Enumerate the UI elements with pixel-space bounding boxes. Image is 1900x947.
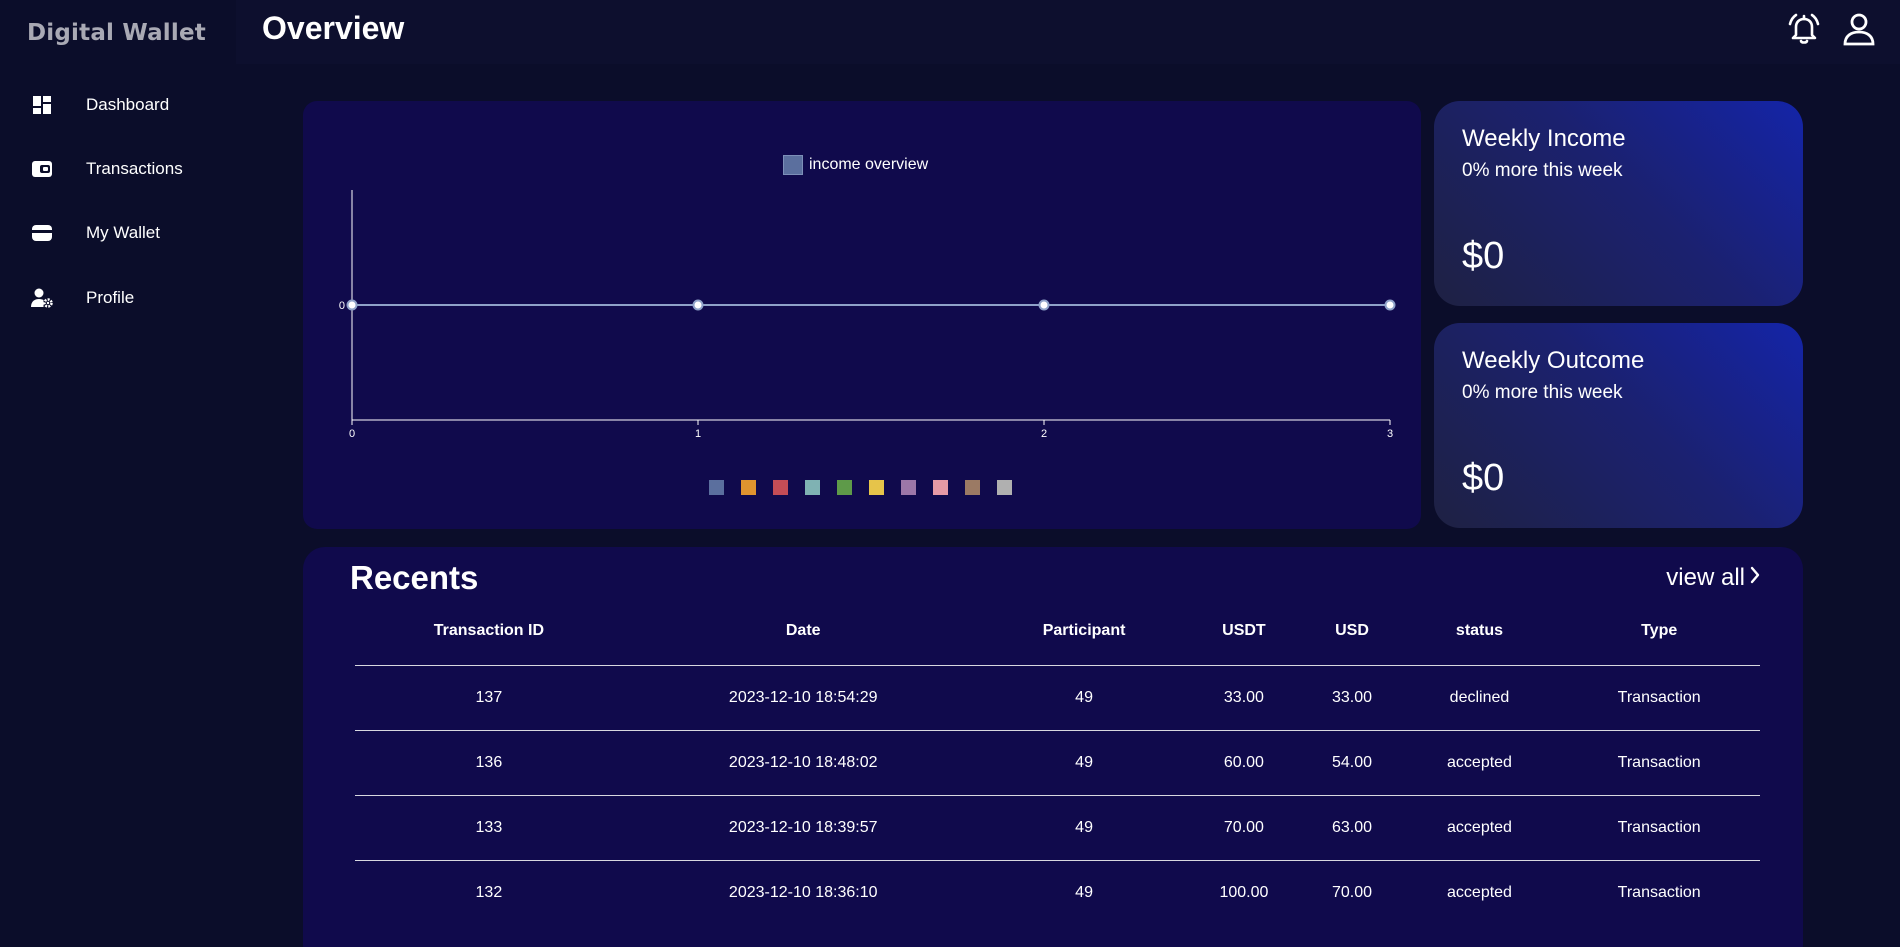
cell-usd: 70.00 <box>1331 883 1373 901</box>
cell-type: Transaction <box>1617 883 1701 901</box>
sidebar-item-transactions[interactable]: Transactions <box>0 147 236 191</box>
palette-swatch <box>933 480 948 495</box>
palette-swatch <box>837 480 852 495</box>
column-header[interactable]: Transaction ID <box>355 597 623 666</box>
cell-type: Transaction <box>1558 665 1760 731</box>
palette-swatch <box>965 480 980 495</box>
cell-usd: 33.00 <box>1303 665 1401 731</box>
table-row[interactable]: 132 2023-12-10 18:36:10 49 100.00 70.00 … <box>355 860 1760 925</box>
data-point <box>346 299 358 311</box>
cell-transaction-id: 132 <box>475 883 503 901</box>
palette-swatch <box>805 480 820 495</box>
weekly-outcome-card: Weekly Outcome 0% more this week $0 <box>1434 323 1803 528</box>
income-chart-card: income overview 01230 <box>303 101 1421 529</box>
view-all-link[interactable]: view all <box>1666 564 1761 592</box>
top-header: Overview <box>236 0 1900 64</box>
view-all-label: view all <box>1666 564 1745 591</box>
cell-transaction-id: 137 <box>355 665 623 731</box>
column-header[interactable]: USDT <box>1184 597 1304 666</box>
cell-participant: 49 <box>983 665 1185 731</box>
cell-status: accepted <box>1400 730 1559 796</box>
sidebar-item-dashboard[interactable]: Dashboard <box>0 83 236 127</box>
weekly-income-card: Weekly Income 0% more this week $0 <box>1434 101 1803 306</box>
cell-participant: 49 <box>983 795 1185 861</box>
cell-usdt: 33.00 <box>1184 665 1304 731</box>
stat-subtitle: 0% more this week <box>1462 160 1623 181</box>
cell-date: 2023-12-10 18:36:10 <box>728 883 878 901</box>
column-header[interactable]: Participant <box>983 597 1185 666</box>
cell-status: declined <box>1400 665 1559 731</box>
cell-usdt: 100.00 <box>1219 883 1269 901</box>
stat-value: $0 <box>1462 457 1505 499</box>
column-header[interactable]: Type <box>1558 597 1760 666</box>
sidebar-item-my-wallet[interactable]: My Wallet <box>0 211 236 255</box>
sidebar-item-profile[interactable]: Profile <box>0 276 236 320</box>
cell-date: 2023-12-10 18:39:57 <box>622 795 984 861</box>
cell-type: Transaction <box>1558 730 1760 796</box>
cell-usdt: 60.00 <box>1184 730 1304 796</box>
sidebar: Digital Wallet Dashboard Transactions My… <box>0 0 236 947</box>
cell-usdt: 70.00 <box>1184 795 1304 861</box>
chevron-right-icon <box>1749 564 1761 592</box>
column-header[interactable]: Date <box>622 597 984 666</box>
stat-subtitle: 0% more this week <box>1462 382 1623 403</box>
cell-transaction-id: 136 <box>355 730 623 796</box>
cell-date: 2023-12-10 18:54:29 <box>622 665 984 731</box>
stat-title: Weekly Income <box>1462 125 1626 152</box>
x-tick-label: 0 <box>349 428 355 440</box>
brand-logo[interactable]: Digital Wallet <box>27 20 206 46</box>
palette-swatch <box>709 480 724 495</box>
x-tick-label: 1 <box>695 428 701 440</box>
stat-title: Weekly Outcome <box>1462 347 1645 374</box>
cell-status: accepted <box>1447 883 1512 901</box>
table-header-row: Transaction ID Date Participant USDT USD… <box>355 597 1760 666</box>
cell-usd: 63.00 <box>1303 795 1401 861</box>
data-point <box>1038 299 1050 311</box>
recents-title: Recents <box>350 559 479 596</box>
user-icon <box>1841 11 1877 52</box>
dashboard-icon <box>30 93 54 117</box>
notifications-button[interactable] <box>1785 12 1823 50</box>
x-tick-label: 3 <box>1387 428 1393 440</box>
palette-swatch <box>997 480 1012 495</box>
cell-status: accepted <box>1400 795 1559 861</box>
wallet-icon <box>30 221 54 245</box>
transactions-table: Transaction ID Date Participant USDT USD… <box>355 597 1760 925</box>
column-header[interactable]: status <box>1400 597 1559 666</box>
bell-icon <box>1786 11 1822 52</box>
table-row[interactable]: 137 2023-12-10 18:54:29 49 33.00 33.00 d… <box>355 665 1760 731</box>
palette-swatch <box>869 480 884 495</box>
cell-date: 2023-12-10 18:48:02 <box>622 730 984 796</box>
column-header[interactable]: USD <box>1303 597 1401 666</box>
wallet-card-icon <box>30 157 54 181</box>
recents-card: Recents view all Transaction ID Date Par… <box>303 547 1803 947</box>
app-root: Digital Wallet Dashboard Transactions My… <box>0 0 1900 947</box>
data-point <box>692 299 704 311</box>
cell-usd: 54.00 <box>1303 730 1401 796</box>
y-tick-label: 0 <box>339 300 345 312</box>
account-button[interactable] <box>1840 12 1878 50</box>
cell-transaction-id: 133 <box>355 795 623 861</box>
sidebar-item-label: Dashboard <box>86 95 170 114</box>
cell-participant: 49 <box>1075 883 1093 901</box>
income-line-chart: 0 1 2 3 0 <box>339 190 1396 495</box>
table-row[interactable]: 136 2023-12-10 18:48:02 49 60.00 54.00 a… <box>355 730 1760 796</box>
data-point <box>1384 299 1396 311</box>
stat-value: $0 <box>1462 235 1505 277</box>
page-title: Overview <box>262 10 405 46</box>
sidebar-item-label: Profile <box>86 288 135 307</box>
palette-swatch <box>773 480 788 495</box>
palette-swatch <box>741 480 756 495</box>
x-tick-label: 2 <box>1041 428 1047 440</box>
user-gear-icon <box>30 286 54 310</box>
cell-participant: 49 <box>983 730 1185 796</box>
cell-type: Transaction <box>1558 795 1760 861</box>
table-row[interactable]: 133 2023-12-10 18:39:57 49 70.00 63.00 a… <box>355 795 1760 861</box>
sidebar-item-label: Transactions <box>86 159 183 178</box>
palette-swatch <box>901 480 916 495</box>
sidebar-item-label: My Wallet <box>86 223 160 242</box>
